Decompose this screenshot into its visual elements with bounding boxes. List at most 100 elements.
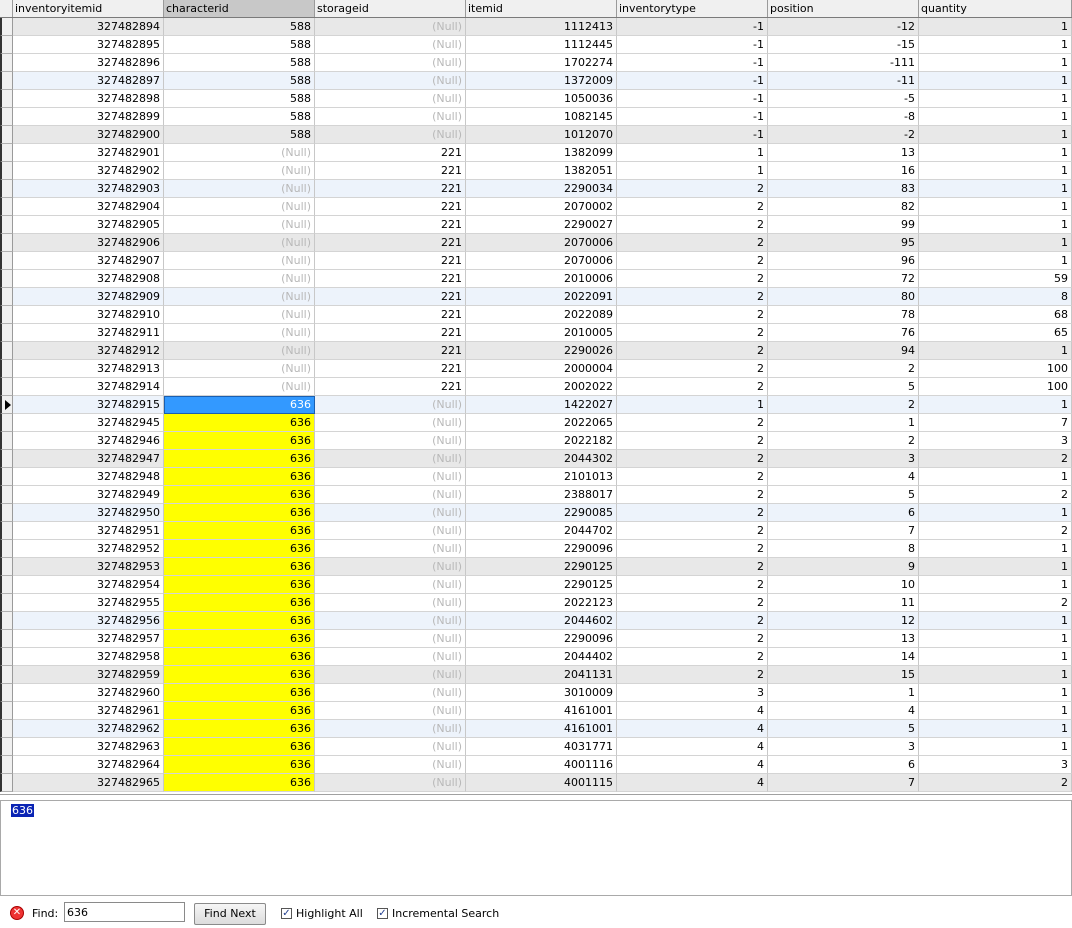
cell-position[interactable]: 83 <box>768 180 919 198</box>
cell-itemid[interactable]: 2000004 <box>466 360 617 378</box>
cell-quantity[interactable]: 1 <box>919 252 1072 270</box>
cell-inventorytype[interactable]: -1 <box>617 108 768 126</box>
row-indicator[interactable] <box>0 450 13 468</box>
cell-inventoryitemid[interactable]: 327482900 <box>13 126 164 144</box>
cell-itemid[interactable]: 2070006 <box>466 252 617 270</box>
cell-quantity[interactable]: 1 <box>919 198 1072 216</box>
column-header-itemid[interactable]: itemid <box>466 0 617 17</box>
row-indicator[interactable] <box>0 126 13 144</box>
table-row[interactable]: 327482959 636 (Null) 2041131 2 15 1 <box>0 666 1072 684</box>
cell-position[interactable]: -15 <box>768 36 919 54</box>
table-row[interactable]: 327482955 636 (Null) 2022123 2 11 2 <box>0 594 1072 612</box>
cell-quantity[interactable]: 68 <box>919 306 1072 324</box>
cell-storageid[interactable]: 221 <box>315 306 466 324</box>
memo-panel[interactable]: 636 <box>0 800 1072 896</box>
cell-position[interactable]: 5 <box>768 720 919 738</box>
cell-inventoryitemid[interactable]: 327482911 <box>13 324 164 342</box>
cell-itemid[interactable]: 2044302 <box>466 450 617 468</box>
row-indicator[interactable] <box>0 540 13 558</box>
cell-storageid[interactable]: (Null) <box>315 648 466 666</box>
cell-storageid[interactable]: (Null) <box>315 540 466 558</box>
row-indicator[interactable] <box>0 630 13 648</box>
cell-inventoryitemid[interactable]: 327482902 <box>13 162 164 180</box>
cell-quantity[interactable]: 1 <box>919 72 1072 90</box>
cell-characterid[interactable]: 636 <box>164 504 315 522</box>
cell-quantity[interactable]: 1 <box>919 54 1072 72</box>
cell-storageid[interactable]: (Null) <box>315 54 466 72</box>
cell-position[interactable]: 12 <box>768 612 919 630</box>
cell-inventorytype[interactable]: 3 <box>617 684 768 702</box>
cell-inventoryitemid[interactable]: 327482905 <box>13 216 164 234</box>
cell-quantity[interactable]: 1 <box>919 90 1072 108</box>
cell-characterid[interactable]: 588 <box>164 36 315 54</box>
find-next-button[interactable]: Find Next <box>194 903 266 925</box>
cell-inventorytype[interactable]: -1 <box>617 36 768 54</box>
cell-position[interactable]: 95 <box>768 234 919 252</box>
cell-position[interactable]: 1 <box>768 684 919 702</box>
cell-storageid[interactable]: 221 <box>315 378 466 396</box>
cell-storageid[interactable]: 221 <box>315 288 466 306</box>
row-indicator[interactable] <box>0 396 13 414</box>
cell-position[interactable]: 6 <box>768 504 919 522</box>
cell-inventorytype[interactable]: 2 <box>617 612 768 630</box>
cell-inventoryitemid[interactable]: 327482901 <box>13 144 164 162</box>
cell-position[interactable]: 3 <box>768 450 919 468</box>
cell-characterid[interactable]: 636 <box>164 684 315 702</box>
cell-inventorytype[interactable]: 1 <box>617 144 768 162</box>
cell-inventorytype[interactable]: 2 <box>617 486 768 504</box>
cell-itemid[interactable]: 4161001 <box>466 702 617 720</box>
table-row[interactable]: 327482912 (Null) 221 2290026 2 94 1 <box>0 342 1072 360</box>
cell-itemid[interactable]: 2022089 <box>466 306 617 324</box>
cell-itemid[interactable]: 2290096 <box>466 540 617 558</box>
cell-position[interactable]: 82 <box>768 198 919 216</box>
cell-quantity[interactable]: 1 <box>919 576 1072 594</box>
cell-itemid[interactable]: 2101013 <box>466 468 617 486</box>
cell-characterid[interactable]: (Null) <box>164 234 315 252</box>
row-indicator[interactable] <box>0 162 13 180</box>
cell-inventoryitemid[interactable]: 327482959 <box>13 666 164 684</box>
cell-inventorytype[interactable]: 4 <box>617 774 768 792</box>
column-header-characterid[interactable]: characterid <box>164 0 315 17</box>
cell-quantity[interactable]: 1 <box>919 630 1072 648</box>
cell-characterid[interactable]: 588 <box>164 18 315 36</box>
cell-quantity[interactable]: 1 <box>919 504 1072 522</box>
cell-characterid[interactable]: (Null) <box>164 378 315 396</box>
table-row[interactable]: 327482952 636 (Null) 2290096 2 8 1 <box>0 540 1072 558</box>
cell-inventoryitemid[interactable]: 327482899 <box>13 108 164 126</box>
cell-characterid[interactable]: 636 <box>164 756 315 774</box>
cell-inventoryitemid[interactable]: 327482953 <box>13 558 164 576</box>
cell-inventorytype[interactable]: 2 <box>617 414 768 432</box>
cell-quantity[interactable]: 1 <box>919 720 1072 738</box>
cell-characterid[interactable]: 636 <box>164 486 315 504</box>
cell-quantity[interactable]: 1 <box>919 36 1072 54</box>
cell-characterid[interactable]: (Null) <box>164 198 315 216</box>
row-indicator[interactable] <box>0 558 13 576</box>
row-indicator[interactable] <box>0 360 13 378</box>
cell-quantity[interactable]: 1 <box>919 738 1072 756</box>
row-indicator[interactable] <box>0 702 13 720</box>
cell-storageid[interactable]: (Null) <box>315 702 466 720</box>
cell-inventoryitemid[interactable]: 327482954 <box>13 576 164 594</box>
cell-characterid[interactable]: 636 <box>164 720 315 738</box>
cell-characterid[interactable]: 636 <box>164 450 315 468</box>
cell-itemid[interactable]: 2290034 <box>466 180 617 198</box>
cell-position[interactable]: 14 <box>768 648 919 666</box>
cell-characterid[interactable]: 636 <box>164 576 315 594</box>
cell-storageid[interactable]: 221 <box>315 342 466 360</box>
cell-position[interactable]: 2 <box>768 396 919 414</box>
cell-inventoryitemid[interactable]: 327482960 <box>13 684 164 702</box>
cell-inventorytype[interactable]: 4 <box>617 702 768 720</box>
cell-itemid[interactable]: 2290026 <box>466 342 617 360</box>
cell-inventorytype[interactable]: 2 <box>617 342 768 360</box>
cell-itemid[interactable]: 4031771 <box>466 738 617 756</box>
incremental-search-checkbox[interactable]: ✓ <box>377 908 388 919</box>
row-indicator[interactable] <box>0 144 13 162</box>
cell-inventorytype[interactable]: -1 <box>617 126 768 144</box>
cell-characterid[interactable]: 636 <box>164 414 315 432</box>
cell-itemid[interactable]: 2010005 <box>466 324 617 342</box>
row-indicator[interactable] <box>0 90 13 108</box>
cell-position[interactable]: -8 <box>768 108 919 126</box>
cell-quantity[interactable]: 59 <box>919 270 1072 288</box>
cell-characterid[interactable]: (Null) <box>164 324 315 342</box>
row-indicator[interactable] <box>0 648 13 666</box>
